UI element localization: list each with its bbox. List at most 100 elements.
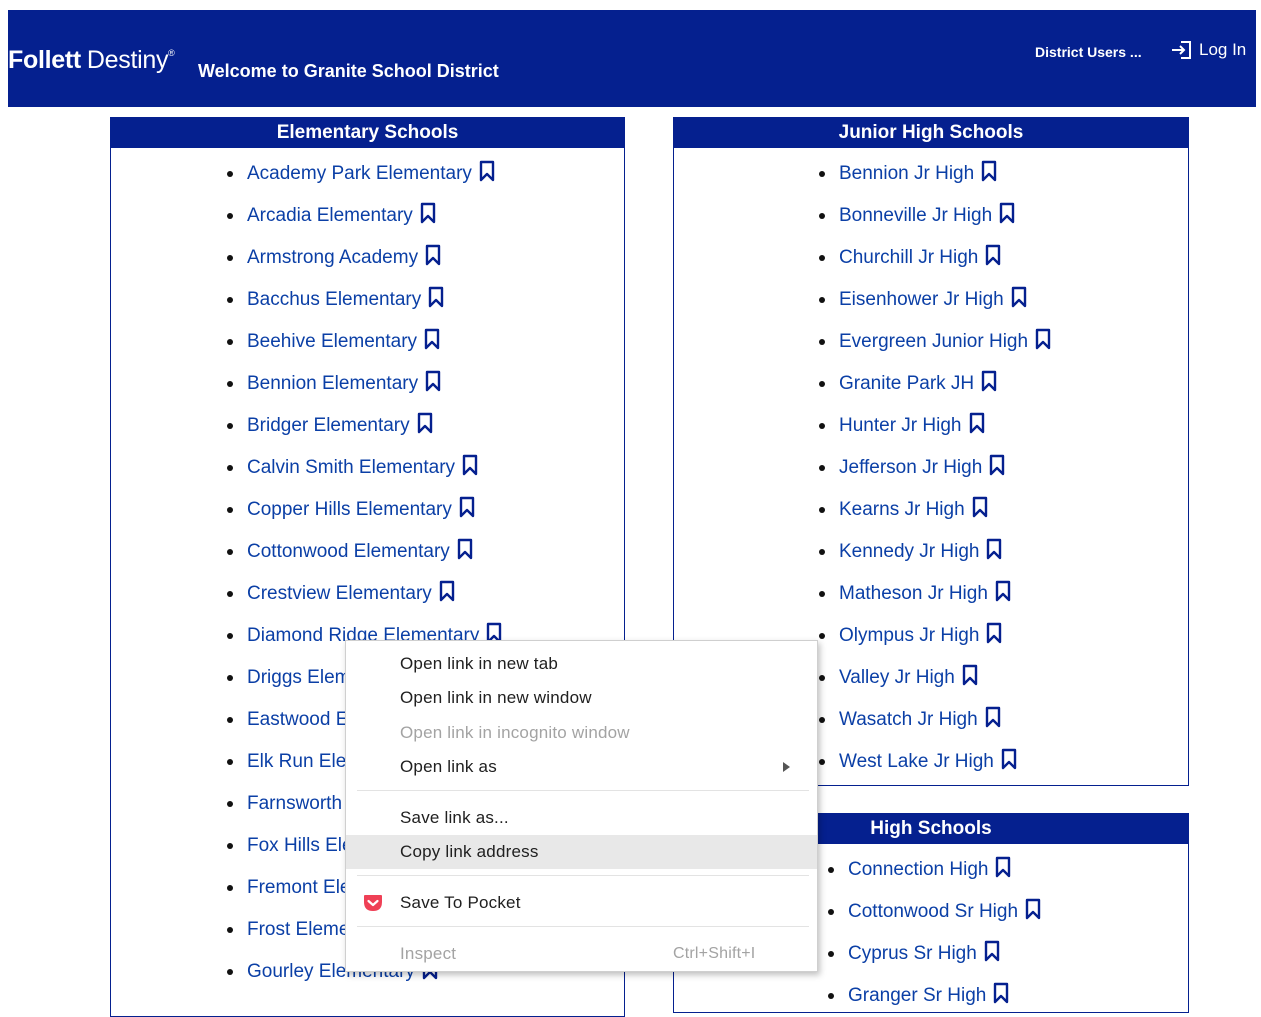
bookmark-icon[interactable] (428, 286, 444, 308)
menu-save-link-as[interactable]: Save link as... (346, 801, 817, 835)
school-list-item: Academy Park Elementary (227, 153, 495, 195)
school-link[interactable]: Jefferson Jr High (839, 457, 982, 479)
bookmark-icon[interactable] (457, 538, 473, 560)
list-bullet (227, 339, 233, 345)
list-bullet (227, 423, 233, 429)
bookmark-icon[interactable] (985, 244, 1001, 266)
school-list-item: Bridger Elementary (227, 405, 433, 447)
school-link[interactable]: Eisenhower Jr High (839, 289, 1004, 311)
bookmark-icon[interactable] (995, 856, 1011, 878)
school-link[interactable]: Granite Park JH (839, 373, 974, 395)
list-bullet (227, 885, 233, 891)
bookmark-icon[interactable] (1001, 748, 1017, 770)
list-bullet (227, 591, 233, 597)
list-bullet (828, 993, 834, 999)
menu-open-incognito-label: Open link in incognito window (400, 723, 630, 742)
school-link[interactable]: Bacchus Elementary (247, 289, 421, 311)
menu-save-to-pocket[interactable]: Save To Pocket (346, 886, 817, 920)
list-bullet (227, 213, 233, 219)
bookmark-icon[interactable] (995, 580, 1011, 602)
school-list-item: Arcadia Elementary (227, 195, 436, 237)
bookmark-icon[interactable] (1025, 898, 1041, 920)
submenu-arrow-icon (783, 762, 790, 772)
list-bullet (227, 549, 233, 555)
bookmark-icon[interactable] (986, 622, 1002, 644)
school-link[interactable]: Copper Hills Elementary (247, 499, 452, 521)
bookmark-icon[interactable] (969, 412, 985, 434)
bookmark-icon[interactable] (439, 580, 455, 602)
bookmark-icon[interactable] (417, 412, 433, 434)
bookmark-icon[interactable] (981, 370, 997, 392)
school-link[interactable]: Bennion Jr High (839, 163, 974, 185)
list-bullet (819, 381, 825, 387)
school-list-item: Kennedy Jr High (819, 531, 1002, 573)
school-link[interactable]: Matheson Jr High (839, 583, 988, 605)
menu-open-link-as[interactable]: Open link as (346, 750, 817, 784)
school-link[interactable]: Cottonwood Sr High (848, 901, 1018, 923)
bookmark-icon[interactable] (999, 202, 1015, 224)
bookmark-icon[interactable] (989, 454, 1005, 476)
school-link[interactable]: Bonneville Jr High (839, 205, 992, 227)
school-link[interactable]: Hunter Jr High (839, 415, 962, 437)
bookmark-icon[interactable] (986, 538, 1002, 560)
school-link[interactable]: Cottonwood Elementary (247, 541, 450, 563)
elementary-schools-title: Elementary Schools (111, 118, 624, 148)
logo-registered-mark: ® (168, 48, 175, 58)
school-link[interactable]: Valley Jr High (839, 667, 955, 689)
login-button[interactable]: Log In (1170, 40, 1246, 60)
school-link[interactable]: West Lake Jr High (839, 751, 994, 773)
list-bullet (819, 507, 825, 513)
school-link[interactable]: Armstrong Academy (247, 247, 418, 269)
bookmark-icon[interactable] (479, 160, 495, 182)
bookmark-icon[interactable] (425, 370, 441, 392)
bookmark-icon[interactable] (425, 244, 441, 266)
school-link[interactable]: Arcadia Elementary (247, 205, 413, 227)
school-list-item: Bonneville Jr High (819, 195, 1015, 237)
school-link[interactable]: Academy Park Elementary (247, 163, 472, 185)
school-link[interactable]: Cyprus Sr High (848, 943, 977, 965)
bookmark-icon[interactable] (1035, 328, 1051, 350)
menu-open-new-window[interactable]: Open link in new window (346, 681, 817, 715)
school-link[interactable]: Connection High (848, 859, 988, 881)
school-link[interactable]: Wasatch Jr High (839, 709, 978, 731)
school-list-item: Matheson Jr High (819, 573, 1011, 615)
bookmark-icon[interactable] (459, 496, 475, 518)
list-bullet (227, 801, 233, 807)
district-users-menu[interactable]: District Users ... (1035, 44, 1142, 60)
school-link[interactable]: Evergreen Junior High (839, 331, 1028, 353)
school-link[interactable]: Churchill Jr High (839, 247, 978, 269)
header-bar: Follett Destiny® Welcome to Granite Schoo… (8, 10, 1256, 107)
list-bullet (227, 171, 233, 177)
school-list-item: Armstrong Academy (227, 237, 441, 279)
school-link[interactable]: Calvin Smith Elementary (247, 457, 455, 479)
school-link[interactable]: Kearns Jr High (839, 499, 965, 521)
school-link[interactable]: Crestview Elementary (247, 583, 432, 605)
school-list-item: Evergreen Junior High (819, 321, 1051, 363)
bookmark-icon[interactable] (1011, 286, 1027, 308)
bookmark-icon[interactable] (984, 940, 1000, 962)
school-list-item: Cyprus Sr High (828, 933, 1000, 975)
school-link[interactable]: Bridger Elementary (247, 415, 410, 437)
bookmark-icon[interactable] (420, 202, 436, 224)
school-link[interactable]: Bennion Elementary (247, 373, 418, 395)
bookmark-icon[interactable] (985, 706, 1001, 728)
bookmark-icon[interactable] (972, 496, 988, 518)
school-list-item: Calvin Smith Elementary (227, 447, 478, 489)
menu-open-new-tab[interactable]: Open link in new tab (346, 647, 817, 681)
bookmark-icon[interactable] (993, 982, 1009, 1004)
bookmark-icon[interactable] (981, 160, 997, 182)
menu-open-link-as-label: Open link as (400, 757, 497, 776)
school-list-item: Bacchus Elementary (227, 279, 444, 321)
bookmark-icon[interactable] (424, 328, 440, 350)
school-link[interactable]: Kennedy Jr High (839, 541, 979, 563)
school-link[interactable]: Beehive Elementary (247, 331, 417, 353)
menu-copy-link-address[interactable]: Copy link address (346, 835, 817, 869)
list-bullet (819, 591, 825, 597)
school-link[interactable]: Granger Sr High (848, 985, 986, 1007)
follett-destiny-logo[interactable]: Follett Destiny® (8, 46, 175, 75)
bookmark-icon[interactable] (962, 664, 978, 686)
school-link[interactable]: Olympus Jr High (839, 625, 979, 647)
bookmark-icon[interactable] (462, 454, 478, 476)
school-list-item: Churchill Jr High (819, 237, 1001, 279)
school-list-item: Granite Park JH (819, 363, 997, 405)
